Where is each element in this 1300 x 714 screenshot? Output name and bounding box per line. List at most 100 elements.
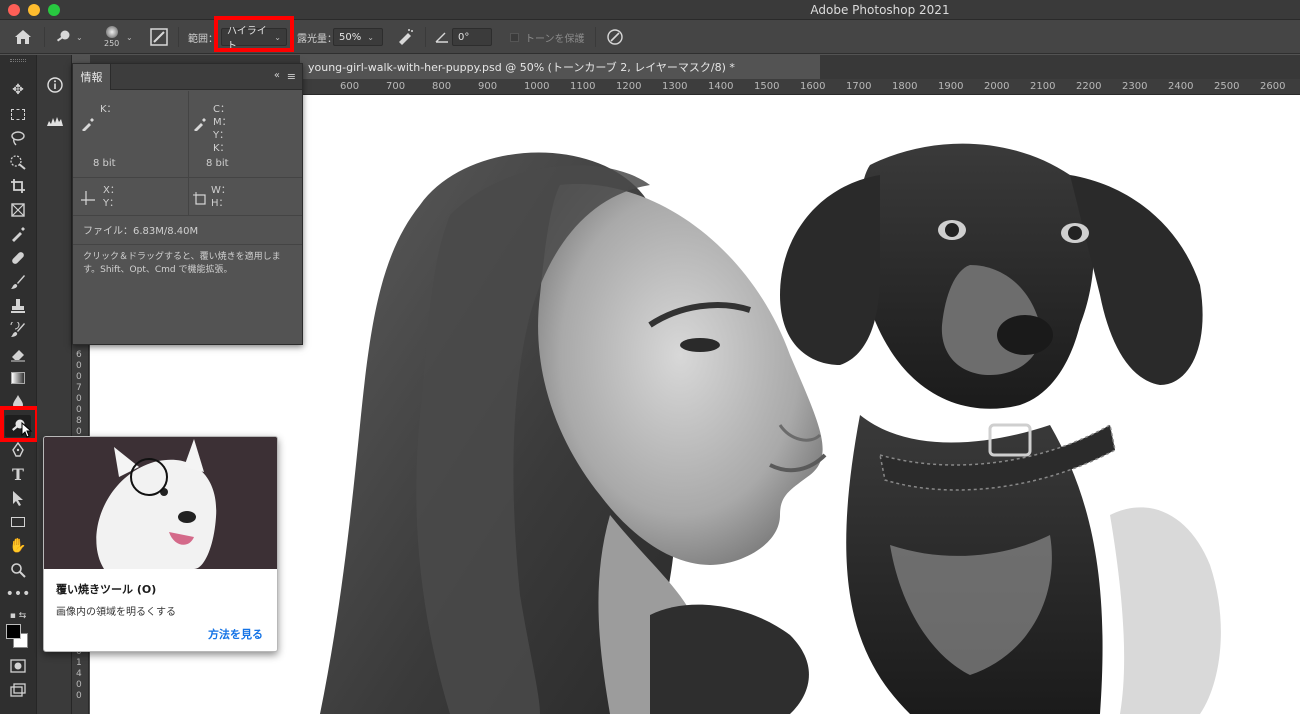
- quick-selection-tool[interactable]: [5, 151, 31, 173]
- brush-icon: [11, 275, 25, 289]
- history-brush-icon: [10, 322, 25, 337]
- foreground-color-swatch[interactable]: [6, 624, 21, 639]
- clone-stamp-tool[interactable]: [5, 295, 31, 317]
- highlight-box-range: [214, 16, 294, 52]
- eyedropper-icon: [194, 118, 206, 132]
- airbrush-icon: [399, 29, 413, 45]
- hand-icon: ✋: [9, 538, 27, 554]
- color-swatches[interactable]: [5, 623, 35, 649]
- angle-icon: [435, 32, 448, 43]
- brush-size-value: 250: [104, 39, 120, 48]
- chevron-down-icon: ⌄: [367, 32, 374, 42]
- h-label: H：: [211, 198, 229, 209]
- histogram-panel-button[interactable]: [42, 108, 68, 134]
- exposure-value: 50%: [339, 31, 362, 43]
- ruler-tick-label: 1900: [938, 81, 964, 92]
- ruler-tick-label: 8: [76, 416, 82, 426]
- rectangular-marquee-icon: [11, 108, 25, 120]
- more-icon: •••: [5, 586, 31, 602]
- eraser-tool[interactable]: [5, 343, 31, 365]
- screen-mode-button[interactable]: [5, 679, 31, 701]
- panel-menu-icon[interactable]: ≡: [287, 70, 296, 83]
- collapse-panel-icon[interactable]: «: [274, 70, 280, 81]
- ruler-horizontal: 600 700 800 900 1000 1100 1200 1300 1400 1500 1600…: [302, 79, 1300, 95]
- angle-input[interactable]: 0°: [452, 28, 492, 46]
- brush-settings-button[interactable]: [150, 20, 168, 54]
- history-brush-tool[interactable]: [5, 319, 31, 341]
- move-tool[interactable]: ✥: [5, 79, 31, 101]
- info-panel-button[interactable]: [42, 72, 68, 98]
- rectangle-tool[interactable]: [5, 511, 31, 533]
- pen-tool[interactable]: [5, 439, 31, 461]
- toolbar-grip[interactable]: [10, 59, 26, 62]
- hand-tool[interactable]: ✋: [5, 535, 31, 557]
- ruler-tick-label: 0: [76, 405, 82, 415]
- eyedropper-sample-icon[interactable]: [81, 117, 95, 134]
- angle-value: 0°: [458, 31, 470, 43]
- info-icon: [47, 77, 63, 93]
- type-icon: T: [12, 464, 24, 484]
- gradient-tool[interactable]: [5, 367, 31, 389]
- ruler-tick-label: 2400: [1168, 81, 1194, 92]
- quick-mask-icon: [10, 659, 26, 673]
- ruler-tick-label: 2600: [1260, 81, 1286, 92]
- file-size-info: ファイル：6.83M/8.40M: [83, 226, 199, 237]
- move-icon: ✥: [12, 82, 24, 98]
- protect-tones-checkbox[interactable]: トーンを保護: [510, 20, 585, 54]
- eraser-icon: [11, 350, 25, 362]
- quick-mask-button[interactable]: [5, 655, 31, 677]
- edit-toolbar-button[interactable]: •••: [5, 583, 31, 605]
- learn-how-link[interactable]: 方法を見る: [208, 626, 263, 642]
- ruler-tick-label: 1: [76, 658, 82, 668]
- arrow-cursor-icon: [13, 491, 23, 506]
- x-label: X：: [103, 185, 120, 196]
- protect-tones-label: トーンを保護: [525, 33, 585, 45]
- type-tool[interactable]: T: [5, 463, 31, 485]
- c-label: C：: [213, 104, 230, 115]
- dimensions-icon: [193, 192, 207, 209]
- frame-tool[interactable]: [5, 199, 31, 221]
- frame-icon: [11, 203, 25, 217]
- ruler-tick-label: 1200: [616, 81, 642, 92]
- ruler-tick-label: 700: [386, 81, 406, 92]
- marquee-tool[interactable]: [5, 103, 31, 125]
- ruler-tick-label: 1600: [800, 81, 826, 92]
- brush-tool[interactable]: [5, 271, 31, 293]
- pressure-pen-icon: [607, 29, 623, 45]
- chevron-down-icon: ⌄: [76, 32, 83, 42]
- tooltip-preview-image: [44, 437, 277, 569]
- path-selection-tool[interactable]: [5, 487, 31, 509]
- zoom-tool[interactable]: [5, 559, 31, 581]
- tool-preset-picker[interactable]: ⌄: [54, 20, 83, 54]
- ruler-tick-label: 0: [76, 691, 82, 701]
- crop-tool[interactable]: [5, 175, 31, 197]
- brush-size-picker[interactable]: 250: [104, 20, 119, 54]
- crop-icon: [11, 179, 25, 193]
- app-title: Adobe Photoshop 2021: [810, 3, 950, 17]
- ruler-tick-label: 0: [76, 372, 82, 382]
- eyedropper-tool[interactable]: [5, 223, 31, 245]
- lasso-tool[interactable]: [5, 127, 31, 149]
- document-tab[interactable]: young-girl-walk-with-her-puppy.psd @ 50%…: [300, 55, 820, 79]
- brush-size-chevron[interactable]: ⌄: [126, 20, 133, 54]
- ruler-tick-label: 7: [76, 383, 82, 393]
- healing-brush-tool[interactable]: [5, 247, 31, 269]
- y2-label: Y：: [103, 198, 120, 209]
- airbrush-button[interactable]: [397, 20, 415, 54]
- bandage-icon: [12, 252, 24, 264]
- crosshair-icon: [81, 191, 95, 208]
- eyedropper-sample-icon-right[interactable]: [193, 117, 207, 134]
- info-panel-tab[interactable]: 情報: [73, 64, 111, 90]
- home-button[interactable]: [14, 20, 32, 54]
- info-panel-header: 情報 « ≡: [73, 64, 302, 90]
- rectangle-icon: [11, 517, 25, 527]
- title-bar: Adobe Photoshop 2021: [0, 0, 1300, 20]
- pen-icon: [12, 442, 24, 457]
- pressure-button[interactable]: [606, 20, 624, 54]
- exposure-input[interactable]: 50% ⌄: [333, 28, 383, 46]
- stamp-icon: [11, 299, 25, 313]
- tool-tooltip-card: 覆い焼きツール (O) 画像内の領域を明るくする 方法を見る: [43, 436, 278, 652]
- eyedropper-icon: [12, 227, 25, 242]
- ruler-tick-label: 6: [76, 350, 82, 360]
- tool-hint-line1: クリック＆ドラッグすると、覆い焼きを適用しま: [83, 252, 281, 262]
